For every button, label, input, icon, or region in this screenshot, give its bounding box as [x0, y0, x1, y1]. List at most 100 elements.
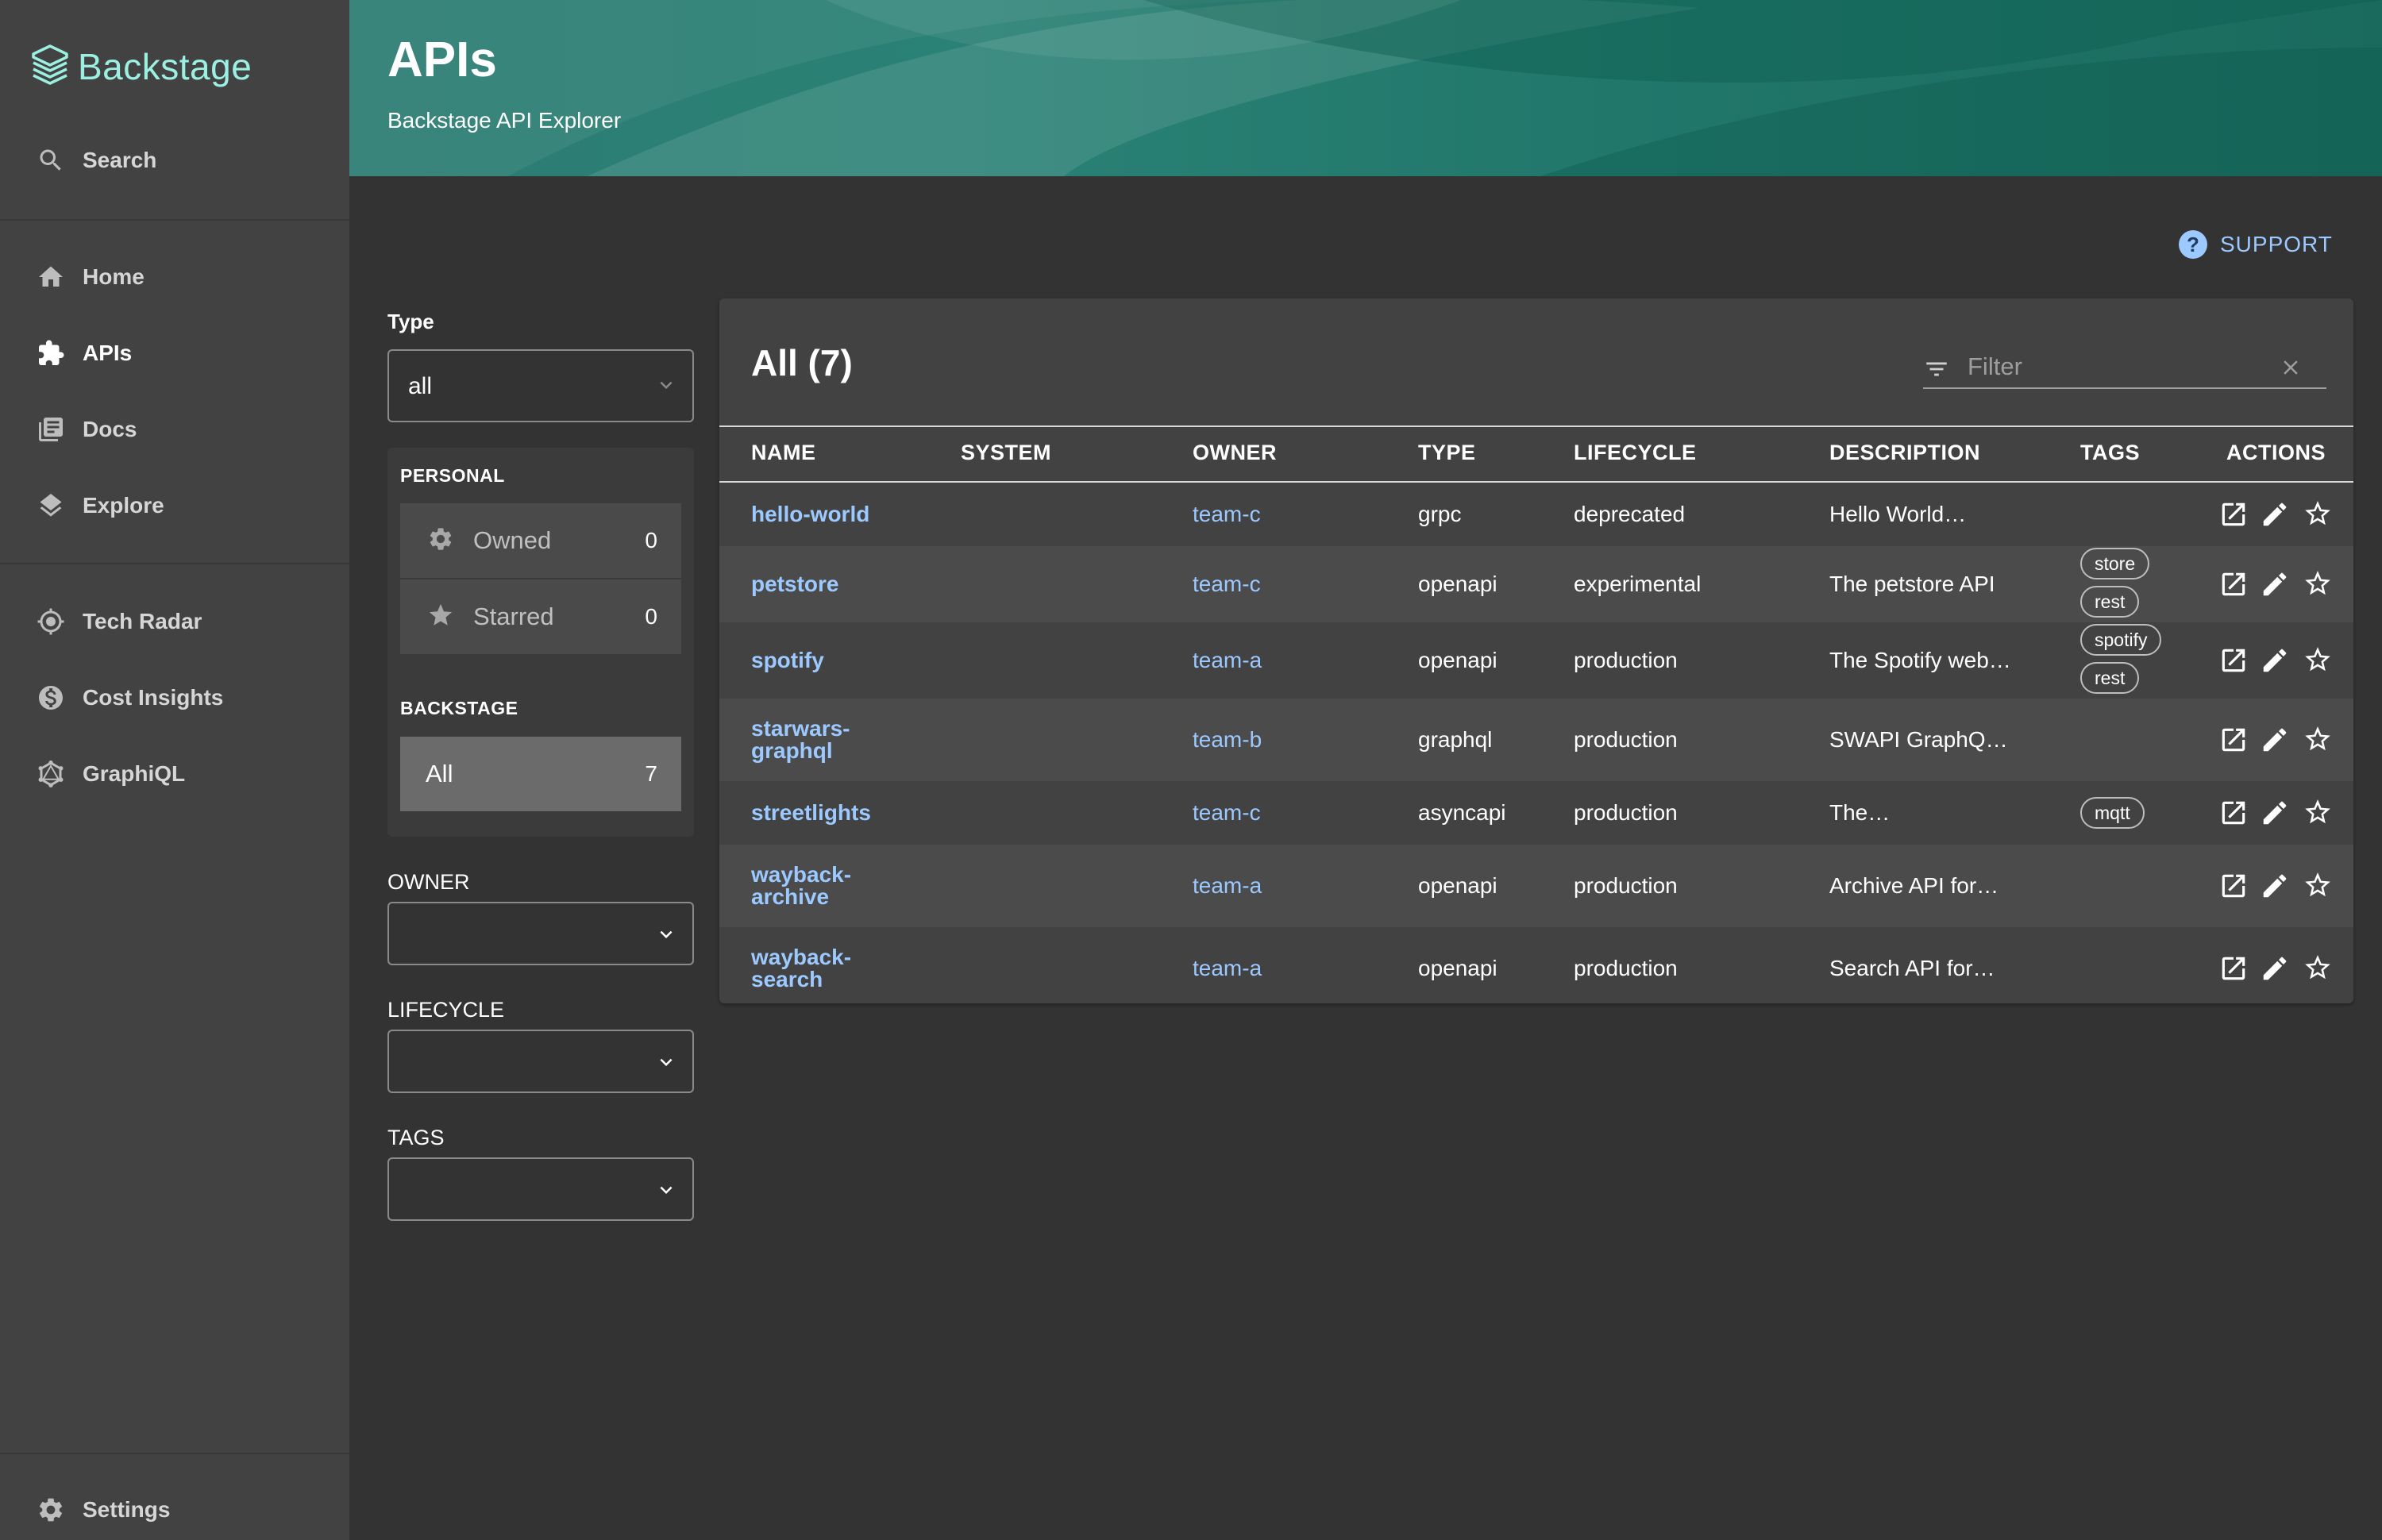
api-name-link[interactable]: spotify — [751, 649, 824, 672]
owner-filter-label: OWNER — [387, 870, 470, 894]
lifecycle-filter-label: LIFECYCLE — [387, 998, 505, 1022]
api-lifecycle: deprecated — [1574, 502, 1686, 526]
lifecycle-select[interactable] — [387, 1030, 694, 1093]
edit-icon[interactable] — [2260, 725, 2290, 755]
sidebar-item-settings[interactable]: Settings — [0, 1478, 349, 1540]
sidebar-item-cost-insights[interactable]: Cost Insights — [0, 666, 349, 730]
backstage-logo-icon — [32, 44, 68, 85]
sidebar-item-graphiql[interactable]: GraphiQL — [0, 742, 349, 806]
column-header-system[interactable]: SYSTEM — [961, 441, 1051, 465]
column-header-actions: ACTIONS — [2226, 441, 2326, 464]
api-name-link[interactable]: wayback-archive — [751, 864, 851, 908]
open-in-new-icon[interactable] — [2218, 569, 2249, 599]
sidebar-search-label: Search — [83, 148, 157, 172]
star-outline-icon[interactable] — [2303, 568, 2333, 599]
api-lifecycle: production — [1574, 648, 1678, 672]
owner-select[interactable] — [387, 902, 694, 965]
backstage-heading: BACKSTAGE — [400, 698, 518, 718]
open-in-new-icon[interactable] — [2218, 645, 2249, 676]
api-name-line: spotify — [751, 648, 824, 672]
tags-filter-label: TAGS — [387, 1126, 445, 1149]
open-in-new-icon[interactable] — [2218, 725, 2249, 755]
api-name-link[interactable]: wayback-search — [751, 946, 851, 991]
column-header-name[interactable]: NAME — [751, 441, 816, 465]
sidebar-search[interactable]: Search — [0, 129, 349, 192]
column-header-description[interactable]: DESCRIPTION — [1829, 441, 1980, 465]
owned-count: 0 — [645, 528, 657, 552]
sidebar-item-home[interactable]: Home — [0, 245, 349, 309]
table-filter[interactable]: Filter — [1923, 348, 2326, 389]
api-owner-link[interactable]: team-a — [1193, 873, 1262, 899]
api-owner-link[interactable]: team-c — [1193, 502, 1261, 527]
table-row: wayback-archive team-a openapi production Ar… — [719, 845, 2353, 927]
star-outline-icon[interactable] — [2303, 724, 2333, 754]
home-icon — [35, 261, 67, 293]
sidebar-item-explore[interactable]: Explore — [0, 474, 349, 537]
edit-icon[interactable] — [2260, 871, 2290, 901]
star-outline-icon[interactable] — [2303, 797, 2333, 827]
tag-chip: rest — [2080, 586, 2140, 618]
star-icon — [427, 602, 454, 633]
all-filter[interactable]: All 7 — [400, 737, 681, 811]
personal-heading: PERSONAL — [400, 465, 505, 486]
sidebar-item-docs[interactable]: Docs — [0, 398, 349, 461]
table-row: hello-world team-c grpc deprecated Hello Wor… — [719, 483, 2353, 546]
api-name-line: hello-world — [751, 502, 870, 526]
support-button[interactable]: ? SUPPORT — [2179, 229, 2333, 260]
api-description: Archive API for… — [1829, 873, 1999, 898]
api-name-line: streetlights — [751, 800, 871, 825]
sidebar-item-apis[interactable]: APIs — [0, 321, 349, 385]
api-name-link[interactable]: starwars-graphql — [751, 718, 850, 762]
api-owner-link[interactable]: team-a — [1193, 648, 1262, 673]
table-row: petstore team-c openapi experimental The pet… — [719, 546, 2353, 622]
api-owner-link[interactable]: team-c — [1193, 572, 1261, 597]
api-type: openapi — [1418, 648, 1497, 672]
star-outline-icon[interactable] — [2303, 645, 2333, 675]
edit-icon[interactable] — [2260, 953, 2290, 984]
clear-icon[interactable] — [2279, 356, 2303, 379]
api-name-line: search — [751, 967, 823, 991]
sidebar-divider — [0, 1453, 349, 1454]
backstage-logo[interactable]: Backstage — [30, 41, 252, 92]
star-outline-icon[interactable] — [2303, 499, 2333, 529]
sidebar: Backstage Search Home APIs Docs Explore — [0, 0, 349, 1540]
starred-label: Starred — [473, 603, 554, 630]
star-outline-icon[interactable] — [2303, 953, 2333, 983]
api-owner-link[interactable]: team-c — [1193, 800, 1261, 826]
tags-select[interactable] — [387, 1157, 694, 1221]
tag-chip: store — [2080, 548, 2150, 579]
edit-icon[interactable] — [2260, 798, 2290, 828]
chevron-down-icon — [654, 1050, 678, 1074]
column-header-tags[interactable]: TAGS — [2080, 441, 2140, 465]
api-owner-link[interactable]: team-a — [1193, 956, 1262, 981]
api-owner-link[interactable]: team-b — [1193, 727, 1262, 753]
open-in-new-icon[interactable] — [2218, 499, 2249, 529]
column-header-lifecycle[interactable]: LIFECYCLE — [1574, 441, 1697, 465]
api-name-line: petstore — [751, 572, 839, 596]
api-name-link[interactable]: hello-world — [751, 503, 869, 526]
column-header-type[interactable]: TYPE — [1418, 441, 1476, 465]
open-in-new-icon[interactable] — [2218, 871, 2249, 901]
gps-icon — [35, 606, 67, 637]
column-header-owner[interactable]: OWNER — [1193, 441, 1277, 465]
api-lifecycle: experimental — [1574, 572, 1702, 596]
owned-filter[interactable]: Owned 0 — [400, 503, 681, 578]
api-name-link[interactable]: petstore — [751, 573, 838, 595]
type-filter-label: Type — [387, 310, 434, 333]
api-name-link[interactable]: streetlights — [751, 802, 871, 824]
edit-icon[interactable] — [2260, 499, 2290, 529]
open-in-new-icon[interactable] — [2218, 953, 2249, 984]
star-outline-icon[interactable] — [2303, 870, 2333, 900]
open-in-new-icon[interactable] — [2218, 798, 2249, 828]
chevron-down-icon — [654, 373, 678, 397]
table-row: starwars-graphql team-b graphql production S… — [719, 699, 2353, 781]
sidebar-item-label: Cost Insights — [83, 685, 224, 710]
sidebar-item-tech-radar[interactable]: Tech Radar — [0, 590, 349, 653]
app-name: Backstage — [78, 46, 252, 87]
type-select[interactable]: all — [387, 349, 694, 422]
page-subtitle: Backstage API Explorer — [387, 108, 622, 133]
starred-filter[interactable]: Starred 0 — [400, 579, 681, 654]
edit-icon[interactable] — [2260, 569, 2290, 599]
filter-input[interactable]: Filter — [1968, 352, 2022, 381]
edit-icon[interactable] — [2260, 645, 2290, 676]
